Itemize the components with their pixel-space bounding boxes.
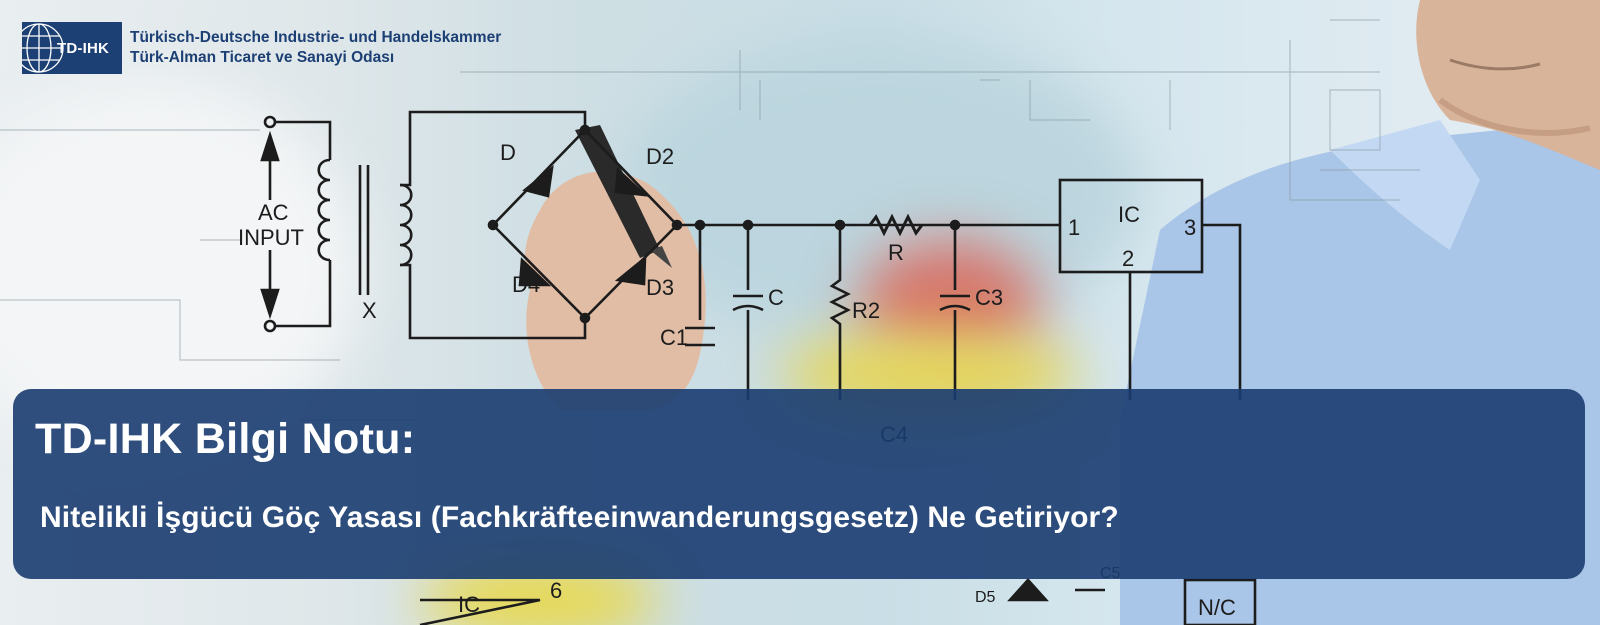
logo-line-german: Türkisch-Deutsche Industrie- und Handels… xyxy=(130,29,502,46)
label-d3: D3 xyxy=(646,275,674,300)
label-ac: AC xyxy=(258,200,289,225)
label-ic-bottom: IC xyxy=(458,592,480,617)
label-x: X xyxy=(362,298,377,323)
label-r2: R2 xyxy=(852,298,880,323)
label-pin3: 3 xyxy=(1184,215,1196,240)
label-r: R xyxy=(888,240,904,265)
label-c: C xyxy=(768,285,784,310)
label-c1: C1 xyxy=(660,325,688,350)
banner-title: TD-IHK Bilgi Notu: xyxy=(35,415,416,463)
hero-banner: AC INPUT X D D2 D4 D3 C1 C R2 R C3 IC 1 … xyxy=(0,0,1600,625)
logo-abbreviation: TD-IHK xyxy=(56,39,110,57)
label-d4: D4 xyxy=(512,272,540,297)
label-c3: C3 xyxy=(975,285,1003,310)
logo-line-turkish: Türk-Alman Ticaret ve Sanayi Odası xyxy=(130,49,395,66)
tdihk-logo: TD-IHK Türkisch-Deutsche Industrie- und … xyxy=(22,22,501,74)
label-d: D xyxy=(500,140,516,165)
logo-badge: TD-IHK xyxy=(22,22,122,74)
banner-subtitle: Nitelikli İşgücü Göç Yasası (Fachkräftee… xyxy=(40,501,1119,534)
label-ic: IC xyxy=(1118,202,1140,227)
label-d2: D2 xyxy=(646,144,674,169)
label-input: INPUT xyxy=(238,225,304,250)
logo-text: Türkisch-Deutsche Industrie- und Handels… xyxy=(130,29,501,67)
label-pin2: 2 xyxy=(1122,246,1134,271)
label-6: 6 xyxy=(550,578,562,603)
label-nc: N/C xyxy=(1198,595,1236,620)
info-panel: TD-IHK Bilgi Notu: Nitelikli İşgücü Göç … xyxy=(13,389,1585,579)
label-pin1: 1 xyxy=(1068,215,1080,240)
label-d5: D5 xyxy=(975,589,996,606)
